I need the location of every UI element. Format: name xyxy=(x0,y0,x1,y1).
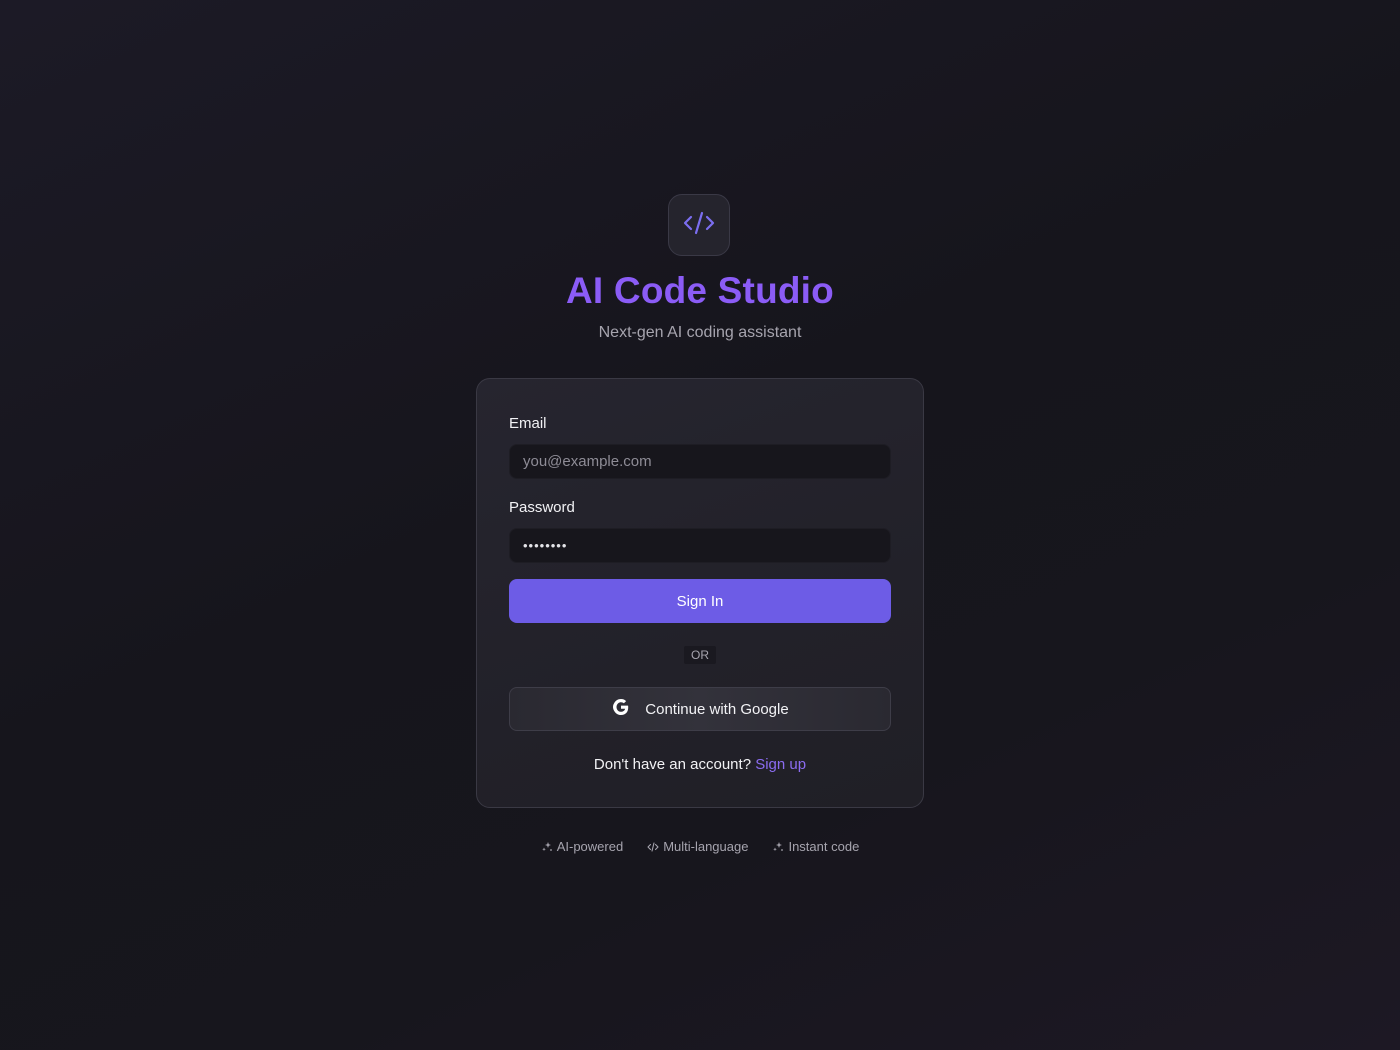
code-icon xyxy=(683,210,715,241)
password-field[interactable]: •••••••• xyxy=(509,528,891,563)
feature-label: Multi-language xyxy=(663,839,749,854)
password-label: Password xyxy=(509,499,575,516)
sign-in-button[interactable]: Sign In xyxy=(509,579,891,623)
signup-prompt: Don't have an account? Sign up xyxy=(477,756,923,773)
feature-item: AI-powered xyxy=(541,839,623,854)
or-divider: OR xyxy=(684,646,716,664)
email-label: Email xyxy=(509,415,547,432)
feature-list: AI-powered Multi-language Instant code xyxy=(0,839,1400,854)
login-card: Email Password •••••••• Sign In OR Conti… xyxy=(476,378,924,808)
password-value: •••••••• xyxy=(523,538,568,553)
feature-label: AI-powered xyxy=(556,839,624,854)
app-subtitle: Next-gen AI coding assistant xyxy=(598,324,802,341)
sparkles-icon xyxy=(541,841,553,853)
google-button-label: Continue with Google xyxy=(645,700,789,718)
email-field[interactable] xyxy=(509,444,891,479)
code-icon xyxy=(647,841,659,853)
app-title: AI Code Studio xyxy=(566,270,834,311)
signup-link[interactable]: Sign up xyxy=(755,756,806,773)
feature-item: Instant code xyxy=(772,839,859,854)
login-page: AI Code Studio Next-gen AI coding assist… xyxy=(0,0,1400,1050)
google-sign-in-button[interactable]: Continue with Google xyxy=(509,687,891,731)
sparkles-icon xyxy=(772,841,784,853)
app-logo xyxy=(668,194,730,256)
feature-label: Instant code xyxy=(788,839,860,854)
signup-prompt-text: Don't have an account? xyxy=(593,756,752,773)
feature-item: Multi-language xyxy=(647,839,748,854)
google-icon xyxy=(611,697,631,721)
